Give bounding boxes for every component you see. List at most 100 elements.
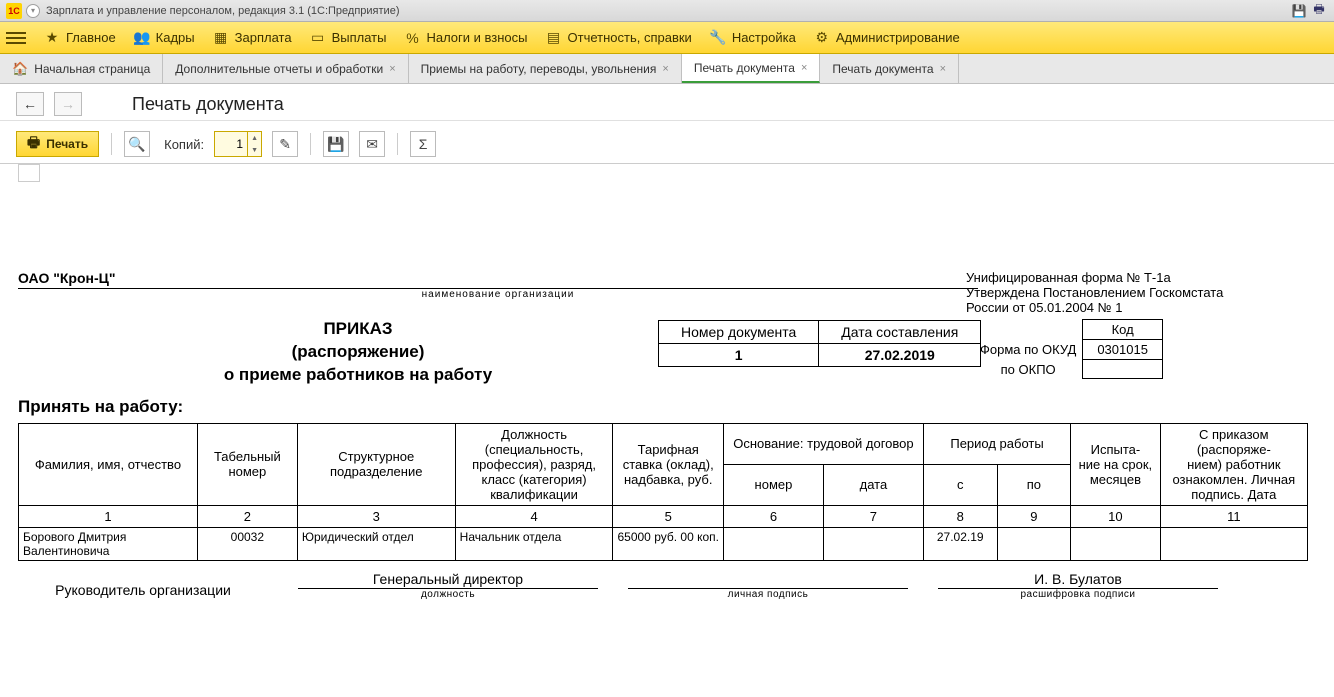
page-header: ← → Печать документа	[0, 84, 1334, 121]
print-toolbar: 🖶Печать 🔍 Копий: ▲▼ ✎ 💾 ✉ Σ	[0, 121, 1334, 164]
save-icon[interactable]: 💾	[1290, 3, 1308, 19]
signature-line	[628, 571, 908, 589]
cell-sign	[1160, 527, 1307, 560]
menu-item-main[interactable]: ★Главное	[44, 30, 116, 46]
org-caption: наименование организации	[18, 289, 978, 300]
col-trial: Испыта- ние на срок, месяцев	[1071, 423, 1160, 505]
menu-item-kadry[interactable]: 👥Кадры	[134, 30, 195, 46]
okpo-label: по ОКПО	[966, 360, 1083, 379]
gear-icon: ⚙	[814, 30, 830, 46]
app-menu-dropdown[interactable]: ▾	[26, 4, 40, 18]
close-icon[interactable]: ×	[389, 63, 395, 75]
cell-period-to	[997, 527, 1071, 560]
spin-up-icon[interactable]: ▲	[247, 132, 261, 144]
wrench-icon: 🔧	[710, 30, 726, 46]
separator	[310, 133, 311, 155]
menu-item-vyplaty[interactable]: ▭Выплаты	[310, 30, 387, 46]
sheet-corner-cell[interactable]	[18, 164, 40, 182]
menu-burger-icon[interactable]	[6, 32, 26, 44]
star-icon: ★	[44, 30, 60, 46]
cell-period-from: 27.02.19	[923, 527, 997, 560]
cell-position: Начальник отдела	[455, 527, 613, 560]
form-info-block: Унифицированная форма № Т-1а Утверждена …	[966, 270, 1316, 379]
col-basis: Основание: трудовой договор	[723, 423, 923, 464]
cell-basis-num	[723, 527, 823, 560]
print-button[interactable]: 🖶Печать	[16, 131, 99, 157]
form-info-line: Утверждена Постановлением Госкомстата	[966, 285, 1316, 300]
okud-okpo-table: Код Форма по ОКУД0301015 по ОКПО	[966, 319, 1163, 379]
col-fio: Фамилия, имя, отчество	[19, 423, 198, 505]
prikaz-title: ПРИКАЗ (распоряжение) о приеме работнико…	[18, 318, 638, 387]
signature-row: Руководитель организации Генеральный дир…	[18, 571, 1324, 600]
col-position: Должность (специальность, профессия), ра…	[455, 423, 613, 505]
print-icon[interactable]: 🖶	[1310, 3, 1328, 19]
nav-forward-button[interactable]: →	[54, 92, 82, 116]
tab-print-doc-active[interactable]: Печать документа×	[682, 54, 821, 83]
code-header: Код	[1083, 320, 1163, 340]
doc-number-label: Номер документа	[659, 321, 819, 344]
menu-item-nalogi[interactable]: %Налоги и взносы	[404, 30, 527, 46]
col-basis-date: дата	[823, 464, 923, 505]
close-icon[interactable]: ×	[940, 63, 946, 75]
close-icon[interactable]: ×	[662, 63, 668, 75]
doc-number-date-table: Номер документаДата составления 127.02.2…	[658, 320, 981, 367]
okud-label: Форма по ОКУД	[966, 340, 1083, 360]
tab-print-doc-2[interactable]: Печать документа×	[820, 54, 959, 83]
separator	[397, 133, 398, 155]
doc-date-label: Дата составления	[819, 321, 981, 344]
page-title: Печать документа	[132, 94, 284, 115]
table-row: Борового Дмитрия Валентиновича 00032 Юри…	[19, 527, 1308, 560]
save-button[interactable]: 💾	[323, 131, 349, 157]
close-icon[interactable]: ×	[801, 62, 807, 74]
col-period-to: по	[997, 464, 1071, 505]
col-basis-num: номер	[723, 464, 823, 505]
app-icon: 1C	[6, 3, 22, 19]
people-icon: 👥	[134, 30, 150, 46]
form-info-line: России от 05.01.2004 № 1	[966, 300, 1316, 315]
lead-label: Руководитель организации	[18, 582, 268, 600]
home-icon: 🏠	[12, 61, 28, 77]
col-period-from: с	[923, 464, 997, 505]
cell-basis-date	[823, 527, 923, 560]
copies-input[interactable]	[215, 132, 247, 156]
nav-back-button[interactable]: ←	[16, 92, 44, 116]
menu-item-otchet[interactable]: ▤Отчетность, справки	[546, 30, 692, 46]
main-menu: ★Главное 👥Кадры ▦Зарплата ▭Выплаты %Нало…	[0, 22, 1334, 54]
col-period: Период работы	[923, 423, 1070, 464]
col-tabnum: Табельный номер	[197, 423, 297, 505]
name-caption: расшифровка подписи	[938, 589, 1218, 600]
employees-table: Фамилия, имя, отчество Табельный номер С…	[18, 423, 1308, 561]
edit-toggle-button[interactable]: ✎	[272, 131, 298, 157]
col-sign: С приказом (распоряже- нием) работник оз…	[1160, 423, 1307, 505]
tab-reports[interactable]: Дополнительные отчеты и обработки×	[163, 54, 408, 83]
document-area[interactable]: Унифицированная форма № Т-1а Утверждена …	[0, 164, 1334, 689]
col-rate: Тарифная ставка (оклад), надбавка, руб.	[613, 423, 723, 505]
sum-button[interactable]: Σ	[410, 131, 436, 157]
col-numbers-row: 1 2 3 4 5 6 7 8 9 10 11	[19, 505, 1308, 527]
separator	[111, 133, 112, 155]
spin-down-icon[interactable]: ▼	[247, 144, 261, 156]
doc-date-value: 27.02.2019	[819, 344, 981, 367]
tab-hires[interactable]: Приемы на работу, переводы, увольнения×	[409, 54, 682, 83]
position-value: Генеральный директор	[298, 571, 598, 589]
percent-icon: %	[404, 30, 420, 46]
email-button[interactable]: ✉	[359, 131, 385, 157]
col-dept: Структурное подразделение	[297, 423, 455, 505]
accept-label: Принять на работу:	[18, 397, 1324, 417]
cell-fio: Борового Дмитрия Валентиновича	[19, 527, 198, 560]
okud-value: 0301015	[1083, 340, 1163, 360]
tab-home[interactable]: 🏠Начальная страница	[0, 54, 163, 83]
tab-bar: 🏠Начальная страница Дополнительные отчет…	[0, 54, 1334, 84]
copies-spinner[interactable]: ▲▼	[214, 131, 262, 157]
form-info-line: Унифицированная форма № Т-1а	[966, 270, 1316, 285]
menu-item-nastroika[interactable]: 🔧Настройка	[710, 30, 796, 46]
table-icon: ▦	[213, 30, 229, 46]
window-titlebar: 1C ▾ Зарплата и управление персоналом, р…	[0, 0, 1334, 22]
org-name: ОАО "Крон-Ц"	[18, 270, 978, 289]
preview-button[interactable]: 🔍	[124, 131, 150, 157]
wallet-icon: ▭	[310, 30, 326, 46]
cell-dept: Юридический отдел	[297, 527, 455, 560]
menu-item-admin[interactable]: ⚙Администрирование	[814, 30, 960, 46]
menu-item-zarplata[interactable]: ▦Зарплата	[213, 30, 292, 46]
form-header-block: Унифицированная форма № Т-1а Утверждена …	[18, 270, 1324, 300]
